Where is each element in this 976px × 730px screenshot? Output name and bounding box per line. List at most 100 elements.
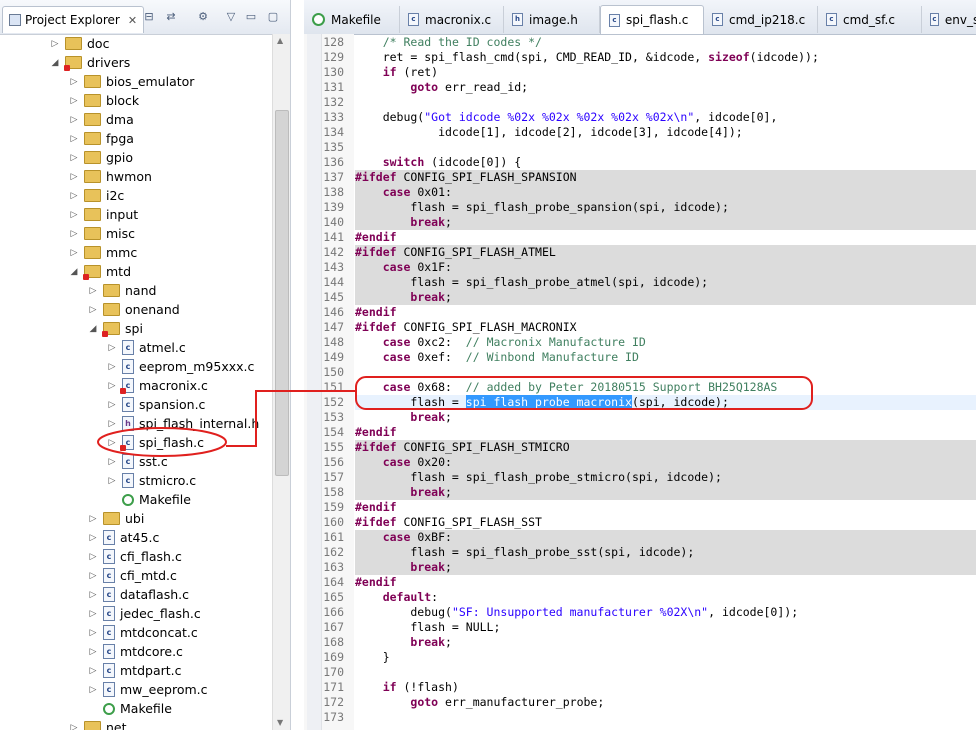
code-line[interactable]: break; (355, 560, 976, 575)
tab-project-explorer[interactable]: Project Explorer ✕ (2, 6, 145, 33)
tree-item[interactable]: ▷ c mtdcore.c (87, 642, 183, 661)
code-line[interactable]: #endif (355, 500, 976, 515)
code-line[interactable]: #ifdef CONFIG_SPI_FLASH_MACRONIX (355, 320, 976, 335)
editor-tab[interactable]: Makefile (304, 6, 400, 33)
tree-item[interactable]: ▷ bios_emulator (68, 72, 195, 91)
code-line[interactable]: flash = spi_flash_probe_atmel(spi, idcod… (355, 275, 976, 290)
code-line[interactable]: case 0x68: // added by Peter 20180515 Su… (355, 380, 976, 395)
tree-item[interactable]: ▷ onenand (87, 300, 180, 319)
collapsed-arrow-icon[interactable]: ▷ (68, 210, 80, 220)
code-line[interactable] (355, 140, 976, 155)
code-line[interactable] (355, 665, 976, 680)
code-line[interactable]: debug("Got idcode %02x %02x %02x %02x %0… (355, 110, 976, 125)
code-line[interactable]: } (355, 650, 976, 665)
tree-item[interactable]: ▷ ubi (87, 509, 145, 528)
collapsed-arrow-icon[interactable]: ▷ (68, 191, 80, 201)
tree-item[interactable]: ◢ spi (87, 319, 143, 338)
editor-tab[interactable]: c cmd_sf.c (818, 6, 922, 33)
code-line[interactable]: #ifdef CONFIG_SPI_FLASH_ATMEL (355, 245, 976, 260)
code-line[interactable]: default: (355, 590, 976, 605)
collapsed-arrow-icon[interactable]: ▷ (106, 400, 118, 410)
collapsed-arrow-icon[interactable]: ▷ (87, 685, 99, 695)
collapsed-arrow-icon[interactable]: ▷ (87, 514, 99, 524)
code-line[interactable]: break; (355, 410, 976, 425)
code-line[interactable]: flash = spi_flash_probe_stmicro(spi, idc… (355, 470, 976, 485)
code-line[interactable]: if (ret) (355, 65, 976, 80)
scroll-down-icon[interactable]: ▼ (277, 718, 283, 727)
expanded-arrow-icon[interactable]: ◢ (87, 324, 99, 334)
scrollbar-thumb[interactable] (275, 110, 289, 476)
collapsed-arrow-icon[interactable]: ▷ (68, 96, 80, 106)
code-line[interactable]: #ifdef CONFIG_SPI_FLASH_SST (355, 515, 976, 530)
tree-item[interactable]: ◢ drivers (49, 53, 130, 72)
collapsed-arrow-icon[interactable]: ▷ (68, 172, 80, 182)
code-line[interactable]: idcode[1], idcode[2], idcode[3], idcode[… (355, 125, 976, 140)
code-area[interactable]: /* Read the ID codes */ ret = spi_flash_… (304, 34, 976, 730)
tree-item[interactable]: ▷ c spi_flash.c (106, 433, 204, 452)
code-line[interactable]: if (!flash) (355, 680, 976, 695)
view-menu-icon[interactable]: ▽ (224, 10, 238, 24)
collapsed-arrow-icon[interactable]: ▷ (87, 305, 99, 315)
code-line[interactable]: flash = NULL; (355, 620, 976, 635)
code-line[interactable]: case 0x1F: (355, 260, 976, 275)
tree-item[interactable]: ▷ c mtdconcat.c (87, 623, 198, 642)
code-line[interactable]: case 0xc2: // Macronix Manufacture ID (355, 335, 976, 350)
code-line[interactable]: ret = spi_flash_cmd(spi, CMD_READ_ID, &i… (355, 50, 976, 65)
expanded-arrow-icon[interactable]: ◢ (68, 267, 80, 277)
tree-item[interactable]: ▷ misc (68, 224, 136, 243)
code-line[interactable]: goto err_read_id; (355, 80, 976, 95)
editor-tab[interactable]: c cmd_ip218.c (704, 6, 818, 33)
collapsed-arrow-icon[interactable]: ▷ (106, 381, 118, 391)
editor-tab[interactable]: c env_sf.c (922, 6, 976, 33)
tree-item[interactable]: ▷ c atmel.c (106, 338, 186, 357)
maximize-icon[interactable]: ▢ (266, 10, 280, 24)
tree-item[interactable]: ▷ c mtdpart.c (87, 661, 182, 680)
collapsed-arrow-icon[interactable]: ▷ (87, 571, 99, 581)
tree-item[interactable]: ▷ c at45.c (87, 528, 159, 547)
collapsed-arrow-icon[interactable]: ▷ (106, 438, 118, 448)
editor-tab[interactable]: h image.h (504, 6, 600, 33)
collapsed-arrow-icon[interactable]: ▷ (106, 457, 118, 467)
close-icon[interactable]: ✕ (128, 14, 137, 27)
collapsed-arrow-icon[interactable]: ▷ (68, 77, 80, 87)
collapsed-arrow-icon[interactable]: ▷ (49, 39, 61, 49)
code-line[interactable]: #ifdef CONFIG_SPI_FLASH_STMICRO (355, 440, 976, 455)
collapsed-arrow-icon[interactable]: ▷ (106, 419, 118, 429)
collapsed-arrow-icon[interactable]: ▷ (106, 362, 118, 372)
code-line[interactable]: debug("SF: Unsupported manufacturer %02X… (355, 605, 976, 620)
minimize-icon[interactable]: ▭ (244, 10, 258, 24)
expanded-arrow-icon[interactable]: ◢ (49, 58, 61, 68)
collapsed-arrow-icon[interactable]: ▷ (87, 609, 99, 619)
collapsed-arrow-icon[interactable]: ▷ (68, 153, 80, 163)
tree-item[interactable]: ▷ c stmicro.c (106, 471, 196, 490)
code-line[interactable]: case 0x01: (355, 185, 976, 200)
collapsed-arrow-icon[interactable]: ▷ (87, 666, 99, 676)
code-line[interactable]: break; (355, 215, 976, 230)
collapsed-arrow-icon[interactable]: ▷ (68, 248, 80, 258)
collapsed-arrow-icon[interactable]: ▷ (87, 628, 99, 638)
tree-item[interactable]: ▷ h spi_flash_internal.h (106, 414, 259, 433)
collapsed-arrow-icon[interactable]: ▷ (68, 723, 80, 730)
code-line[interactable] (355, 710, 976, 725)
tree-item[interactable]: ◢ mtd (68, 262, 131, 281)
tree-item[interactable]: ▷ c sst.c (106, 452, 168, 471)
collapsed-arrow-icon[interactable]: ▷ (68, 229, 80, 239)
collapsed-arrow-icon[interactable]: ▷ (106, 476, 118, 486)
collapsed-arrow-icon[interactable]: ▷ (106, 343, 118, 353)
code-line[interactable]: flash = spi_flash_probe_spansion(spi, id… (355, 200, 976, 215)
tree-item[interactable]: ▷ c macronix.c (106, 376, 208, 395)
editor-tab[interactable]: c spi_flash.c (600, 5, 704, 34)
code-line[interactable]: flash = spi_flash_probe_macronix(spi, id… (355, 395, 976, 410)
collapsed-arrow-icon[interactable]: ▷ (87, 552, 99, 562)
tree-item[interactable]: ▷ dma (68, 110, 134, 129)
tree-item[interactable]: ▷ c dataflash.c (87, 585, 189, 604)
tree-item[interactable]: ▷ c spansion.c (106, 395, 205, 414)
code-line[interactable] (355, 365, 976, 380)
tree-item[interactable]: Makefile (87, 699, 172, 718)
collapsed-arrow-icon[interactable]: ▷ (87, 590, 99, 600)
code-line[interactable]: #endif (355, 425, 976, 440)
code-line[interactable]: #ifdef CONFIG_SPI_FLASH_SPANSION (355, 170, 976, 185)
tree-item[interactable]: ▷ hwmon (68, 167, 152, 186)
code-line[interactable]: case 0x20: (355, 455, 976, 470)
tree-item[interactable]: ▷ input (68, 205, 139, 224)
